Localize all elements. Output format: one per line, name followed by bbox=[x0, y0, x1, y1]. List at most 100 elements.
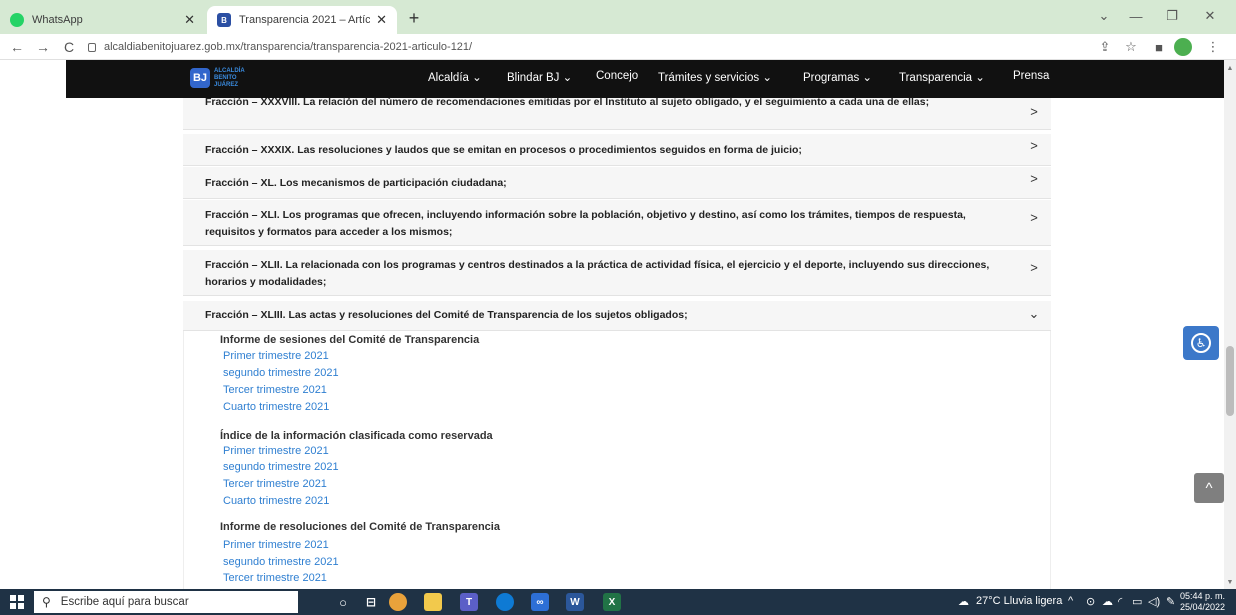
cortana-icon[interactable]: ○ bbox=[334, 593, 352, 611]
tab-whatsapp[interactable]: WhatsApp ✕ bbox=[0, 6, 205, 34]
url-text: alcaldiabenitojuarez.gob.mx/transparenci… bbox=[104, 41, 473, 53]
minimize-button[interactable]: — bbox=[1122, 4, 1150, 28]
logo-mark: BJ bbox=[190, 68, 210, 88]
chrome-icon[interactable] bbox=[389, 593, 407, 611]
excel-icon[interactable]: X bbox=[603, 593, 621, 611]
nav-tramites-servicios[interactable]: Trámites y servicios ⌄ bbox=[658, 70, 772, 84]
word-icon[interactable]: W bbox=[566, 593, 584, 611]
onedrive-icon[interactable]: ☁ bbox=[1102, 595, 1113, 608]
edge-icon[interactable] bbox=[496, 593, 514, 611]
document-link[interactable]: segundo trimestre 2021 bbox=[223, 556, 339, 568]
chevron-right-icon[interactable]: > bbox=[1027, 260, 1041, 275]
nav-blindar-bj[interactable]: Blindar BJ ⌄ bbox=[507, 70, 572, 84]
document-link[interactable]: segundo trimestre 2021 bbox=[223, 367, 339, 379]
accessibility-button[interactable]: ♿ bbox=[1183, 326, 1219, 360]
app-icon[interactable]: ∞ bbox=[531, 593, 549, 611]
close-tab-icon[interactable]: ✕ bbox=[376, 12, 387, 28]
forward-icon[interactable]: → bbox=[34, 38, 52, 56]
document-link[interactable]: Tercer trimestre 2021 bbox=[223, 572, 327, 584]
accordion-title: Fracción – XXXIX. Las resoluciones y lau… bbox=[205, 144, 802, 156]
nav-prensa[interactable]: Prensa bbox=[1013, 70, 1049, 82]
pen-icon[interactable]: ✎ bbox=[1166, 595, 1175, 608]
whatsapp-icon bbox=[10, 13, 24, 27]
document-link[interactable]: Primer trimestre 2021 bbox=[223, 350, 329, 362]
side-panel-icon[interactable]: ■ bbox=[1150, 38, 1168, 56]
chevron-right-icon[interactable]: > bbox=[1027, 171, 1041, 186]
nav-programas[interactable]: Programas ⌄ bbox=[803, 70, 872, 84]
tray-app-icon[interactable]: ⊙ bbox=[1086, 595, 1095, 608]
task-view-icon[interactable]: ⊟ bbox=[362, 593, 380, 611]
accordion-title: Fracción – XXXVIII. La relación del núme… bbox=[205, 96, 930, 108]
menu-kebab-icon[interactable]: ⋮ bbox=[1204, 38, 1222, 56]
accordion-item-expanded[interactable]: Fracción – XLIII. Las actas y resolucion… bbox=[183, 301, 1051, 331]
clock-time: 05:44 p. m. bbox=[1180, 591, 1226, 601]
taskbar-search[interactable]: ⚲ Escribe aquí para buscar bbox=[34, 591, 298, 613]
logo-subtext: ALCALDÍA BENITO JUÁREZ bbox=[214, 67, 245, 88]
group-title: Informe de sesiones del Comité de Transp… bbox=[220, 334, 480, 346]
bookmark-star-icon[interactable]: ☆ bbox=[1122, 38, 1140, 56]
close-window-button[interactable]: ✕ bbox=[1196, 4, 1224, 28]
weather-text[interactable]: 27°C Lluvia ligera bbox=[976, 595, 1062, 607]
scroll-down-arrow-icon[interactable]: ▼ bbox=[1224, 576, 1236, 588]
accordion-item[interactable]: Fracción – XXXIX. Las resoluciones y lau… bbox=[183, 134, 1051, 166]
accordion-item[interactable]: Fracción – XLI. Los programas que ofrece… bbox=[183, 200, 1051, 246]
url-field[interactable]: alcaldiabenitojuarez.gob.mx/transparenci… bbox=[88, 37, 1078, 57]
accordion-title: Fracción – XLII. La relacionada con los … bbox=[205, 259, 990, 288]
share-icon[interactable]: ⇪ bbox=[1096, 38, 1114, 56]
scroll-up-arrow-icon[interactable]: ▲ bbox=[1224, 62, 1236, 74]
tab-label: Transparencia 2021 – Artículo 12 bbox=[239, 14, 371, 26]
new-tab-button[interactable]: + bbox=[402, 6, 426, 30]
tab-label: WhatsApp bbox=[32, 14, 83, 26]
scroll-to-top-button[interactable]: ^ bbox=[1194, 473, 1224, 503]
page-scrollbar[interactable] bbox=[1224, 60, 1236, 589]
nav-alcaldia[interactable]: Alcaldía ⌄ bbox=[428, 70, 482, 84]
tab-transparencia[interactable]: B Transparencia 2021 – Artículo 12 ✕ bbox=[207, 6, 397, 34]
group-title: Informe de resoluciones del Comité de Tr… bbox=[220, 521, 500, 533]
document-link[interactable]: Cuarto trimestre 2021 bbox=[223, 495, 329, 507]
maximize-button[interactable]: ❐ bbox=[1158, 4, 1186, 28]
accordion-item[interactable]: Fracción – XXXVIII. La relación del núme… bbox=[183, 96, 1051, 130]
file-explorer-icon[interactable] bbox=[424, 593, 442, 611]
address-bar: ← → C alcaldiabenitojuarez.gob.mx/transp… bbox=[0, 34, 1236, 60]
document-link[interactable]: Primer trimestre 2021 bbox=[223, 445, 329, 457]
teams-icon[interactable]: T bbox=[460, 593, 478, 611]
accessibility-icon: ♿ bbox=[1191, 333, 1211, 353]
chevron-down-icon[interactable]: ⌄ bbox=[1027, 306, 1041, 321]
accordion-title: Fracción – XLI. Los programas que ofrece… bbox=[205, 209, 966, 238]
lock-icon[interactable] bbox=[88, 42, 96, 52]
document-link[interactable]: segundo trimestre 2021 bbox=[223, 461, 339, 473]
accordion-item[interactable]: Fracción – XL. Los mecanismos de partici… bbox=[183, 167, 1051, 199]
tray-chevron-up-icon[interactable]: ^ bbox=[1068, 595, 1073, 607]
wifi-icon[interactable]: ◜ bbox=[1118, 595, 1122, 608]
taskbar-clock[interactable]: 05:44 p. m. 25/04/2022 bbox=[1180, 591, 1225, 613]
chevron-right-icon[interactable]: > bbox=[1027, 104, 1041, 119]
chevron-right-icon[interactable]: > bbox=[1027, 138, 1041, 153]
group-title: Índice de la información clasificada com… bbox=[220, 430, 493, 442]
battery-icon[interactable]: ▭ bbox=[1132, 595, 1142, 608]
site-logo[interactable]: BJ ALCALDÍA BENITO JUÁREZ bbox=[190, 67, 260, 89]
scrollbar-thumb[interactable] bbox=[1226, 346, 1234, 416]
close-tab-icon[interactable]: ✕ bbox=[184, 12, 195, 28]
taskbar-search-placeholder: Escribe aquí para buscar bbox=[60, 596, 189, 608]
search-icon: ⚲ bbox=[42, 595, 51, 609]
document-link[interactable]: Primer trimestre 2021 bbox=[223, 539, 329, 551]
document-link[interactable]: Cuarto trimestre 2021 bbox=[223, 401, 329, 413]
nav-concejo[interactable]: Concejo bbox=[596, 70, 638, 82]
weather-icon[interactable]: ☁ bbox=[958, 595, 969, 608]
tab-search-chevron-icon[interactable]: ⌄ bbox=[1090, 4, 1118, 28]
accordion-item[interactable]: Fracción – XLII. La relacionada con los … bbox=[183, 250, 1051, 296]
windows-start-icon[interactable] bbox=[10, 595, 24, 609]
document-link[interactable]: Tercer trimestre 2021 bbox=[223, 478, 327, 490]
profile-avatar-icon[interactable] bbox=[1174, 38, 1192, 56]
document-link[interactable]: Tercer trimestre 2021 bbox=[223, 384, 327, 396]
nav-transparencia[interactable]: Transparencia ⌄ bbox=[899, 70, 985, 84]
chevron-right-icon[interactable]: > bbox=[1027, 210, 1041, 225]
clock-date: 25/04/2022 bbox=[1180, 602, 1226, 612]
browser-tabstrip: WhatsApp ✕ B Transparencia 2021 – Artícu… bbox=[0, 0, 1236, 34]
accordion-title: Fracción – XLIII. Las actas y resolucion… bbox=[205, 309, 688, 321]
site-favicon-icon: B bbox=[217, 13, 231, 27]
volume-icon[interactable]: ◁) bbox=[1148, 595, 1160, 608]
reload-icon[interactable]: C bbox=[60, 38, 78, 56]
back-icon[interactable]: ← bbox=[8, 38, 26, 56]
windows-taskbar: ⚲ Escribe aquí para buscar ○ ⊟ T ∞ W X ☁… bbox=[0, 589, 1236, 615]
